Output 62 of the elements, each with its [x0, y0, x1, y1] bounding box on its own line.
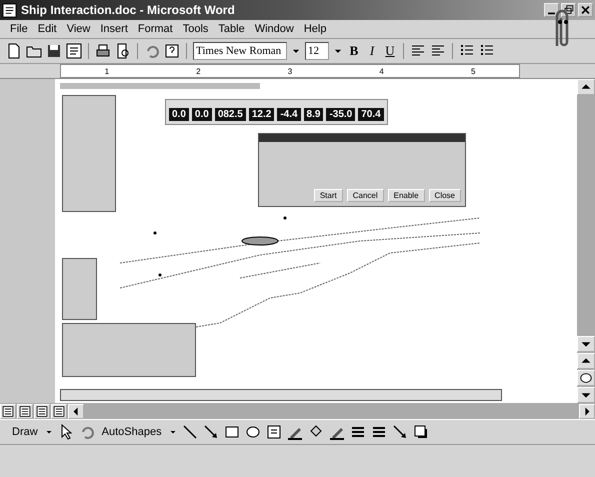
- readout-value: 70.4: [358, 108, 384, 121]
- dialog-button[interactable]: Start: [314, 189, 343, 202]
- menu-item[interactable]: File: [6, 23, 32, 35]
- window-title: Ship Interaction.doc - Microsoft Word: [21, 3, 236, 17]
- browse-object-icon[interactable]: [577, 370, 595, 386]
- menu-item[interactable]: Tools: [178, 23, 212, 35]
- text-style-button[interactable]: B: [347, 43, 361, 59]
- scroll-down-icon[interactable]: [577, 336, 595, 352]
- draw-menu[interactable]: Draw: [10, 425, 40, 439]
- text-style-button[interactable]: I: [365, 43, 379, 59]
- ruler-number: 5: [470, 66, 476, 76]
- help-icon[interactable]: [164, 43, 180, 59]
- previous-page-icon[interactable]: [577, 353, 595, 369]
- new-document-icon[interactable]: [6, 43, 22, 59]
- readout-value: 082.5: [214, 108, 246, 121]
- rectangle-icon[interactable]: [224, 424, 240, 440]
- printer-icon[interactable]: [95, 43, 111, 59]
- save-icon[interactable]: [46, 43, 62, 59]
- menu-item[interactable]: Edit: [34, 23, 61, 35]
- menu-item[interactable]: Table: [214, 23, 249, 35]
- text-box-icon[interactable]: [266, 424, 282, 440]
- autoshapes-menu[interactable]: AutoShapes: [100, 425, 164, 439]
- close-icon[interactable]: [578, 3, 593, 17]
- font-dropdown[interactable]: Times New Roman: [193, 42, 287, 60]
- menu-item[interactable]: Format: [134, 23, 177, 35]
- scroll-right-icon[interactable]: [579, 404, 595, 418]
- scroll-up-icon[interactable]: [577, 79, 595, 95]
- menu-item[interactable]: View: [62, 23, 94, 35]
- menu-item[interactable]: Insert: [96, 23, 132, 35]
- menu-item[interactable]: Help: [300, 23, 330, 35]
- outline-view-icon[interactable]: [51, 404, 67, 418]
- web-view-icon[interactable]: [17, 404, 33, 418]
- ruler-number: 4: [379, 66, 384, 76]
- readout-value: 12.2: [248, 108, 274, 121]
- print-preview-icon[interactable]: [115, 43, 131, 59]
- print-view-icon[interactable]: [34, 404, 50, 418]
- ruler-number: 1: [104, 66, 110, 76]
- line-icon[interactable]: [182, 424, 198, 440]
- minimize-icon[interactable]: [544, 3, 559, 17]
- arrow-style-icon[interactable]: [392, 424, 408, 440]
- dialog-button[interactable]: Cancel: [346, 189, 384, 202]
- font-size-dropdown[interactable]: 12: [305, 42, 329, 60]
- dialog-button[interactable]: Close: [428, 189, 461, 202]
- text-style-button[interactable]: U: [383, 43, 397, 59]
- button-column: [62, 258, 97, 320]
- readout-value: 8.9: [304, 108, 324, 121]
- readout-value: 0.0: [169, 108, 189, 121]
- next-page-icon[interactable]: [577, 387, 595, 403]
- line-style-icon[interactable]: [350, 424, 366, 440]
- ruler-number: 3: [288, 66, 292, 76]
- normal-view-icon[interactable]: [0, 404, 16, 418]
- oval-icon[interactable]: [244, 424, 261, 440]
- readout-value: -4.4: [277, 108, 301, 121]
- arrow-icon[interactable]: [202, 424, 219, 440]
- scroll-left-icon[interactable]: [68, 404, 84, 418]
- dash-style-icon[interactable]: [370, 424, 387, 440]
- ruler-number: 2: [196, 66, 201, 76]
- menu-item[interactable]: Window: [250, 23, 298, 35]
- readout-value: 0.0: [192, 108, 212, 121]
- dialog-button[interactable]: Enable: [388, 189, 425, 202]
- shadow-icon[interactable]: [412, 424, 429, 440]
- readout-value: -35.0: [326, 108, 356, 121]
